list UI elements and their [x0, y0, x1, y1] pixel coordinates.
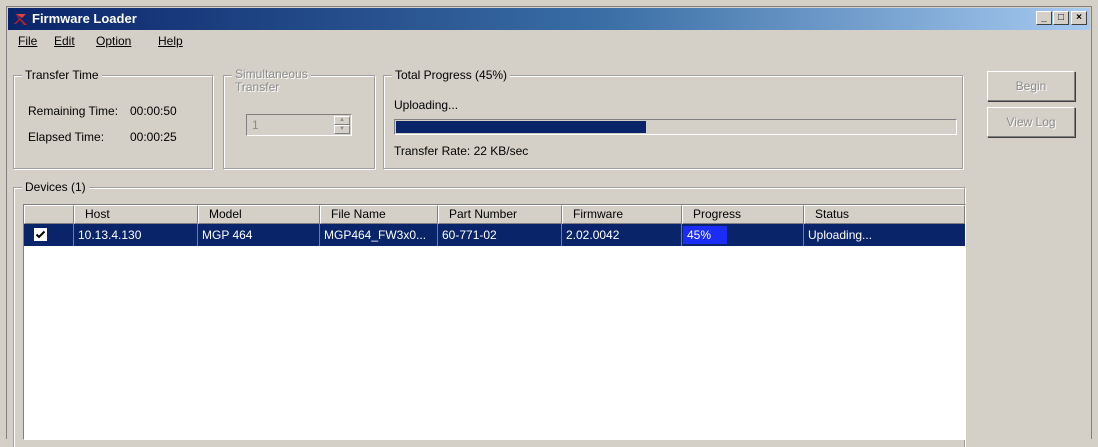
row-check-cell [24, 224, 74, 246]
row-host: 10.13.4.130 [74, 224, 198, 246]
menu-edit-label: Edit [54, 34, 75, 48]
column-header-file-name[interactable]: File Name [320, 205, 438, 224]
spin-down-button[interactable]: ▼ [334, 125, 350, 134]
column-header-status[interactable]: Status [804, 205, 965, 224]
view-log-button[interactable]: View Log [987, 107, 1075, 137]
total-progress-fill [396, 121, 647, 133]
devices-legend: Devices (1) [22, 180, 89, 194]
simultaneous-transfer-group: Simultaneous Transfer 1 ▲ ▼ [223, 68, 375, 169]
simultaneous-transfer-stepper[interactable]: 1 ▲ ▼ [246, 114, 352, 136]
menu-option[interactable]: Option [96, 34, 131, 48]
upload-status-text: Uploading... [394, 98, 459, 112]
app-icon [14, 13, 27, 25]
simultaneous-legend-line1: Simultaneous [235, 67, 308, 81]
column-header-check[interactable] [24, 205, 74, 224]
minimize-button[interactable]: _ [1036, 11, 1052, 25]
transfer-rate-text: Transfer Rate: 22 KB/sec [394, 144, 529, 158]
row-progress: 45% [683, 226, 728, 244]
row-progress-cell: 45% [682, 224, 804, 246]
spin-up-button[interactable]: ▲ [334, 116, 350, 125]
total-progress-bar [394, 119, 957, 135]
column-header-progress[interactable]: Progress [682, 205, 804, 224]
transfer-time-legend: Transfer Time [22, 68, 102, 82]
column-header-firmware[interactable]: Firmware [562, 205, 682, 224]
devices-list[interactable]: Host Model File Name Part Number Firmwar… [23, 204, 966, 440]
title-bar[interactable]: Firmware Loader _ □ × [8, 8, 1090, 30]
window-title: Firmware Loader [32, 11, 137, 26]
simultaneous-transfer-value: 1 [252, 118, 259, 132]
checkmark-icon [35, 230, 46, 239]
menu-option-label: Option [96, 34, 132, 48]
total-progress-legend: Total Progress (45%) [392, 68, 511, 82]
row-part-number: 60-771-02 [438, 224, 562, 246]
table-row[interactable]: 10.13.4.130 MGP 464 MGP464_FW3x0... 60-7… [24, 224, 965, 246]
column-header-host[interactable]: Host [74, 205, 198, 224]
menu-file[interactable]: File [18, 34, 37, 48]
row-status: Uploading... [808, 228, 873, 242]
menu-edit[interactable]: Edit [54, 34, 75, 48]
firmware-loader-window: Firmware Loader _ □ × File Edit Option H… [6, 6, 1092, 447]
column-header-part-number[interactable]: Part Number [438, 205, 562, 224]
elapsed-time-label: Elapsed Time: [28, 130, 105, 144]
devices-list-header: Host Model File Name Part Number Firmwar… [24, 205, 965, 224]
row-file-name: MGP464_FW3x0... [320, 224, 438, 246]
caption-buttons: _ □ × [1035, 11, 1087, 25]
device-checkbox[interactable] [34, 228, 47, 241]
begin-button[interactable]: Begin [987, 71, 1075, 101]
simultaneous-transfer-legend: Simultaneous Transfer [232, 68, 311, 94]
menu-help-label: Help [158, 34, 183, 48]
remaining-time-label: Remaining Time: [28, 104, 119, 118]
close-button[interactable]: × [1071, 11, 1087, 25]
menu-file-label: File [18, 34, 38, 48]
menu-bar: File Edit Option Help [8, 31, 1090, 51]
elapsed-time-value: 00:00:25 [130, 130, 177, 144]
menu-help[interactable]: Help [158, 34, 183, 48]
maximize-button[interactable]: □ [1053, 11, 1069, 25]
row-model: MGP 464 [198, 224, 320, 246]
total-progress-group: Total Progress (45%) Uploading... Transf… [383, 68, 963, 169]
row-firmware: 2.02.0042 [562, 224, 682, 246]
column-header-model[interactable]: Model [198, 205, 320, 224]
simultaneous-legend-line2: Transfer [235, 80, 280, 94]
transfer-time-group: Transfer Time Remaining Time: 00:00:50 E… [13, 68, 213, 169]
remaining-time-value: 00:00:50 [130, 104, 177, 118]
